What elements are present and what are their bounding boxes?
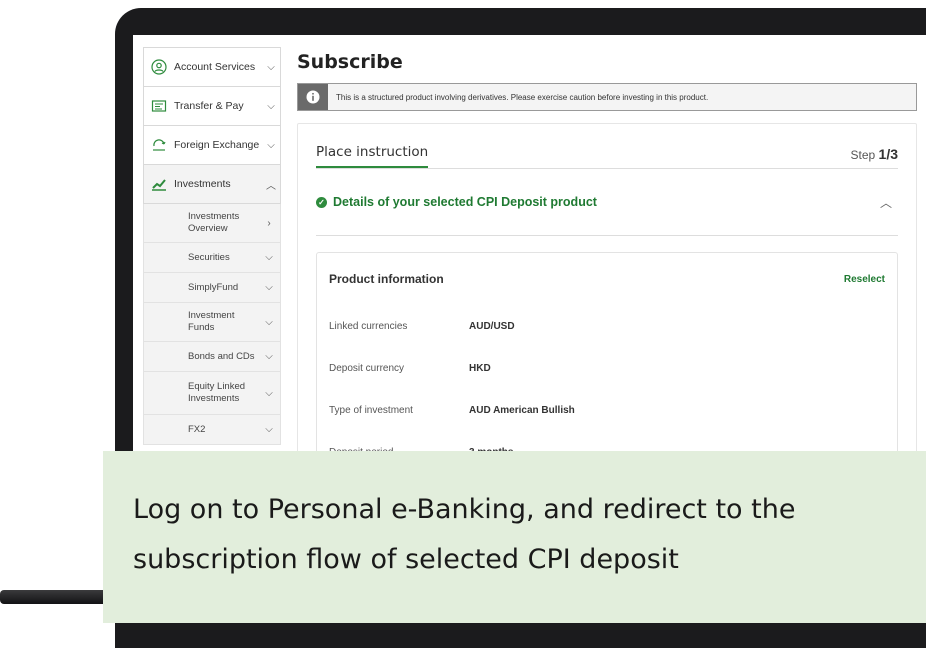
details-accordion[interactable]: ✓ Details of your selected CPI Deposit p… [316,169,898,236]
info-icon [298,84,328,110]
details-title: ✓ Details of your selected CPI Deposit p… [316,195,597,209]
step-label: Step [850,148,876,162]
sidebar-item-investments[interactable]: Investments ︿ [143,165,281,204]
warning-text: This is a structured product involving d… [336,92,709,102]
sidebar-subitem-fx2[interactable]: FX2 ⌵ [143,415,281,445]
sidebar-subitem-label: Investment Funds [188,310,235,333]
row-value: AUD American Bullish [469,404,575,416]
sidebar-item-label: Investments [174,178,231,190]
check-circle-icon: ✓ [316,196,327,208]
sidebar-subitem-securities[interactable]: Securities ⌵ [143,243,281,273]
step-header: Place instruction Step 1/3 [316,128,898,169]
product-information-panel: Product information Reselect Linked curr… [316,252,898,465]
transfer-icon [150,97,168,115]
account-icon [150,58,168,76]
sidebar-subitem-label: FX2 [188,423,206,435]
chevron-down-icon: ⌵ [267,139,275,151]
sidebar-subitem-bonds-cds[interactable]: Bonds and CDs ⌵ [143,342,281,372]
step-indicator: Step 1/3 [851,146,899,168]
chevron-down-icon: ⌵ [265,282,273,293]
chevron-down-icon: ⌵ [267,61,275,73]
row-key: Linked currencies [329,320,408,332]
sidebar-item-label: Account Services [174,61,256,73]
instruction-card: Place instruction Step 1/3 ✓ Details of … [297,123,917,465]
sidebar-item-transfer-pay[interactable]: Transfer & Pay ⌵ [143,87,281,126]
main-content: Subscribe This is a structured product i… [297,47,917,465]
product-row: Deposit currency HKD [329,347,885,389]
sidebar-item-account-services[interactable]: Account Services ⌵ [143,47,281,87]
sidebar-subitem-investment-funds[interactable]: Investment Funds ⌵ [143,303,281,342]
sidebar-subitem-simplyfund[interactable]: SimplyFund ⌵ [143,273,281,303]
sidebar-subitem-label: Equity Linked Investments [188,381,246,404]
sidebar-subitem-label: Investments Overview [188,211,240,234]
sidebar-item-foreign-exchange[interactable]: Foreign Exchange ⌵ [143,126,281,165]
warning-banner: This is a structured product involving d… [297,83,917,111]
sidebar-subitem-label: Securities [188,251,230,263]
sidebar-subitem-investments-overview[interactable]: Investments Overview › [143,204,281,243]
sidebar-item-label: Foreign Exchange [174,139,260,151]
chevron-down-icon: ⌵ [267,100,275,112]
sidebar-subitem-label: SimplyFund [188,281,239,293]
product-row: Type of investment AUD American Bullish [329,389,885,431]
sidebar-subitem-equity-linked[interactable]: Equity Linked Investments ⌵ [143,372,281,415]
laptop-base [0,590,110,604]
chevron-down-icon: ⌵ [265,252,273,263]
chevron-down-icon: ⌵ [265,316,273,328]
product-row: Linked currencies AUD/USD [329,305,885,347]
chevron-right-icon: › [267,217,271,229]
product-information-heading: Product information [329,272,444,286]
banking-screen: Account Services ⌵ Transfer & Pay ⌵ Fore… [133,35,926,465]
sidebar-subitem-label: Bonds and CDs [188,350,255,362]
chevron-down-icon: ⌵ [265,387,273,399]
page-title: Subscribe [297,51,403,73]
chevron-down-icon: ⌵ [265,351,273,362]
tab-place-instruction[interactable]: Place instruction [316,144,429,168]
chevron-down-icon: ⌵ [265,424,273,435]
row-key: Deposit currency [329,362,405,374]
caption-text: Log on to Personal e-Banking, and redire… [133,494,796,575]
row-value: HKD [469,362,491,374]
details-title-text: Details of your selected CPI Deposit pro… [333,195,597,209]
sidebar: Account Services ⌵ Transfer & Pay ⌵ Fore… [143,47,281,445]
exchange-icon [150,136,168,154]
chevron-up-icon: ︿ [266,180,276,192]
row-value: AUD/USD [469,320,515,332]
product-information-header: Product information Reselect [329,253,885,305]
step-value: 1/3 [878,146,898,162]
sidebar-item-label: Transfer & Pay [174,100,244,112]
caption-banner: Log on to Personal e-Banking, and redire… [103,451,926,623]
investments-icon [150,175,168,193]
reselect-link[interactable]: Reselect [844,274,885,285]
chevron-up-icon[interactable]: ︿ [880,194,892,211]
row-key: Type of investment [329,404,413,416]
